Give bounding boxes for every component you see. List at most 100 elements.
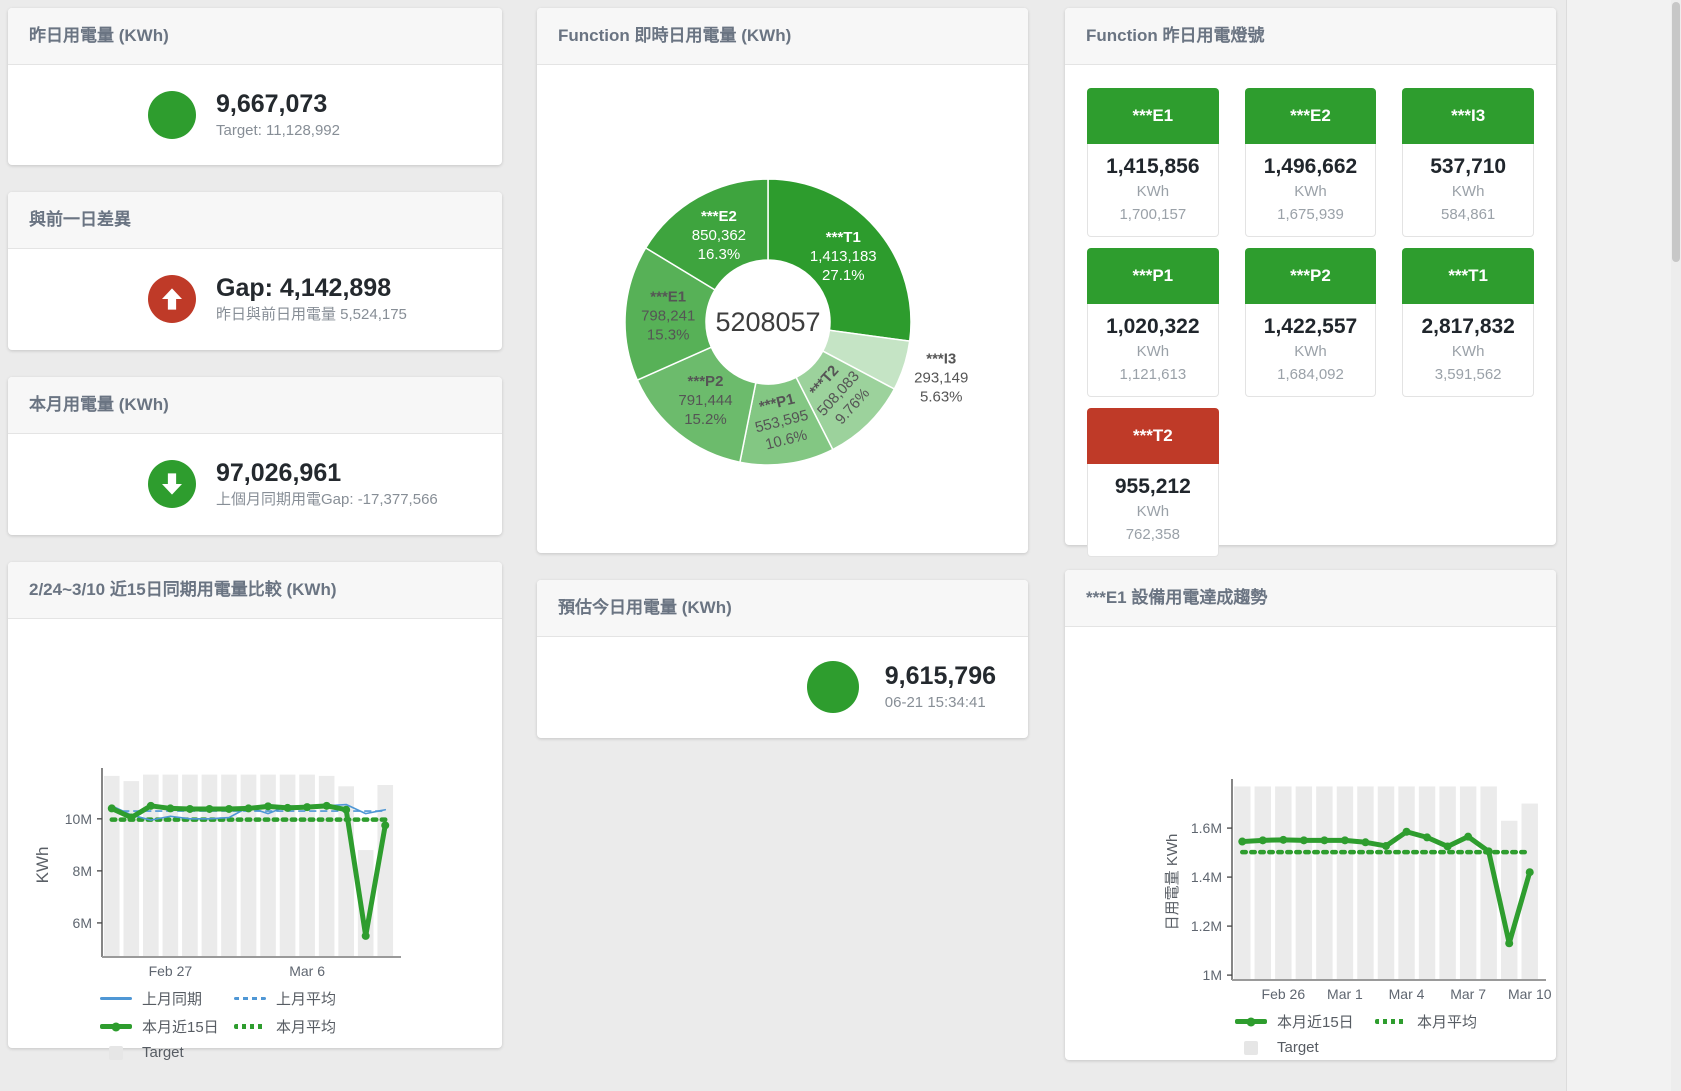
status-circle-green: [807, 661, 859, 713]
e1trend-chart[interactable]: 1M1.2M1.4M1.6MFeb 26Mar 1Mar 4Mar 7Mar 1…: [1065, 627, 1556, 1056]
stat-subtitle: 上個月同期用電Gap: -17,377,566: [216, 489, 438, 511]
light-tile-header: ***P2: [1245, 248, 1377, 304]
legend-swatch: [1375, 1019, 1407, 1024]
legend-label: 本月平均: [276, 1016, 336, 1037]
light-tile-body: 955,212KWh762,358: [1087, 464, 1219, 557]
light-tile: ***T2955,212KWh762,358: [1087, 408, 1219, 557]
light-tile-header: ***T2: [1087, 408, 1219, 464]
light-tile-header: ***P1: [1087, 248, 1219, 304]
legend-swatch: [234, 1024, 266, 1029]
legend-swatch: [234, 997, 266, 1000]
scrollbar-track[interactable]: [1671, 0, 1681, 1091]
legend-item[interactable]: 上月平均: [234, 988, 502, 1009]
legend-item[interactable]: 本月近15日: [1235, 1011, 1375, 1032]
light-tile-prev-value: 1,121,613: [1088, 363, 1218, 386]
light-tile-prev-value: 3,591,562: [1403, 363, 1533, 386]
donut-slice-label: ***I3293,1495.63%: [914, 351, 968, 406]
stat-value: 9,667,073: [216, 89, 340, 120]
light-tile-value: 1,422,557: [1246, 313, 1376, 340]
svg-text:10M: 10M: [65, 811, 92, 827]
legend-item[interactable]: Target: [1235, 1039, 1375, 1056]
arrow-up-icon: [157, 284, 187, 314]
legend-label: 本月平均: [1417, 1011, 1477, 1032]
light-tile-value: 1,496,662: [1246, 153, 1376, 180]
light-tile-value: 955,212: [1088, 473, 1218, 500]
panel-title[interactable]: 本月用電量 (KWh): [8, 377, 502, 434]
light-tile-body: 1,422,557KWh1,684,092: [1245, 304, 1377, 397]
light-tile-unit: KWh: [1403, 340, 1533, 363]
svg-text:Mar 10: Mar 10: [1508, 986, 1552, 1002]
light-tile-header: ***T1: [1402, 248, 1534, 304]
stat-value: 97,026,961: [216, 458, 438, 489]
panel-title[interactable]: Function 昨日用電燈號: [1065, 8, 1556, 65]
light-tile-body: 537,710KWh584,861: [1402, 144, 1534, 237]
svg-text:1.6M: 1.6M: [1191, 820, 1222, 836]
svg-text:日用電量 KWh: 日用電量 KWh: [1164, 834, 1181, 931]
svg-text:1.2M: 1.2M: [1191, 918, 1222, 934]
legend-swatch: [1235, 1019, 1267, 1024]
light-tile-unit: KWh: [1246, 340, 1376, 363]
svg-text:Mar 6: Mar 6: [289, 963, 325, 979]
light-tile-body: 1,496,662KWh1,675,939: [1245, 144, 1377, 237]
light-tile-header: ***I3: [1402, 88, 1534, 144]
legend-item[interactable]: Target: [100, 1044, 234, 1061]
legend-label: 本月近15日: [142, 1016, 219, 1037]
light-tile: ***E21,496,662KWh1,675,939: [1245, 88, 1377, 237]
e1trend-svg: 1M1.2M1.4M1.6MFeb 26Mar 1Mar 4Mar 7Mar 1…: [1065, 627, 1556, 1007]
light-tile: ***E11,415,856KWh1,700,157: [1087, 88, 1219, 237]
legend-item[interactable]: 本月平均: [1375, 1011, 1556, 1032]
panel-realtime-donut: Function 即時日用電量 (KWh) ***T11,413,18327.1…: [537, 8, 1028, 553]
light-tile-value: 1,020,322: [1088, 313, 1218, 340]
dashboard-right-margin: [1566, 0, 1681, 1091]
svg-text:Feb 27: Feb 27: [149, 963, 193, 979]
stat-group: 9,615,796 06-21 15:34:41: [807, 661, 1028, 714]
stat-group: Gap: 4,142,898 昨日與前日用電量 5,524,175: [8, 273, 407, 326]
stat-value: 9,615,796: [885, 661, 996, 692]
light-tile-prev-value: 1,675,939: [1246, 203, 1376, 226]
light-tile-unit: KWh: [1088, 180, 1218, 203]
legend-swatch: [100, 1024, 132, 1029]
light-tile-header: ***E1: [1087, 88, 1219, 144]
panel-title[interactable]: 與前一日差異: [8, 192, 502, 249]
light-tile-prev-value: 1,684,092: [1246, 363, 1376, 386]
light-tile: ***P11,020,322KWh1,121,613: [1087, 248, 1219, 397]
compare15-svg: 6M8M10MFeb 27Mar 6KWh: [8, 619, 502, 984]
status-circle-green: [148, 91, 196, 139]
stat-subtitle: 06-21 15:34:41: [885, 692, 996, 714]
stat-subtitle: 昨日與前日用電量 5,524,175: [216, 304, 407, 326]
arrow-down-icon: [157, 469, 187, 499]
legend-item[interactable]: 本月近15日: [100, 1016, 234, 1037]
light-tile-body: 1,020,322KWh1,121,613: [1087, 304, 1219, 397]
svg-text:8M: 8M: [73, 863, 92, 879]
legend-label: Target: [1277, 1039, 1319, 1056]
panel-yesterday-lights: Function 昨日用電燈號 ***E11,415,856KWh1,700,1…: [1065, 8, 1556, 545]
light-tile-unit: KWh: [1088, 500, 1218, 523]
light-tile-unit: KWh: [1088, 340, 1218, 363]
light-tile-body: 1,415,856KWh1,700,157: [1087, 144, 1219, 237]
legend-label: 上月同期: [142, 988, 202, 1009]
legend-label: 上月平均: [276, 988, 336, 1009]
legend-item[interactable]: 本月平均: [234, 1016, 502, 1037]
panel-title[interactable]: 昨日用電量 (KWh): [8, 8, 502, 65]
legend-swatch: [100, 997, 132, 1000]
svg-text:Mar 4: Mar 4: [1389, 986, 1425, 1002]
stat-value: Gap: 4,142,898: [216, 273, 407, 304]
donut-svg: ***T11,413,18327.1%***I3293,1495.63%***T…: [537, 65, 1028, 553]
panel-title[interactable]: 預估今日用電量 (KWh): [537, 580, 1028, 637]
panel-title[interactable]: Function 即時日用電量 (KWh): [537, 8, 1028, 65]
light-tile-body: 2,817,832KWh3,591,562: [1402, 304, 1534, 397]
legend-item[interactable]: 上月同期: [100, 988, 234, 1009]
light-tile-unit: KWh: [1246, 180, 1376, 203]
light-tile-prev-value: 584,861: [1403, 203, 1533, 226]
light-tile-prev-value: 1,700,157: [1088, 203, 1218, 226]
panel-title[interactable]: ***E1 設備用電達成趨勢: [1065, 570, 1556, 627]
panel-title[interactable]: 2/24~3/10 近15日同期用電量比較 (KWh): [8, 562, 502, 619]
compare15-chart[interactable]: 6M8M10MFeb 27Mar 6KWh上月同期上月平均本月近15日本月平均T…: [8, 619, 502, 1061]
light-tile-prev-value: 762,358: [1088, 523, 1218, 546]
light-tiles-grid: ***E11,415,856KWh1,700,157***E21,496,662…: [1065, 65, 1556, 557]
scrollbar-thumb[interactable]: [1672, 2, 1680, 262]
svg-text:Mar 1: Mar 1: [1327, 986, 1363, 1002]
legend-label: Target: [142, 1044, 184, 1061]
realtime-donut-chart[interactable]: ***T11,413,18327.1%***I3293,1495.63%***T…: [537, 65, 1028, 553]
light-tile: ***T12,817,832KWh3,591,562: [1402, 248, 1534, 397]
